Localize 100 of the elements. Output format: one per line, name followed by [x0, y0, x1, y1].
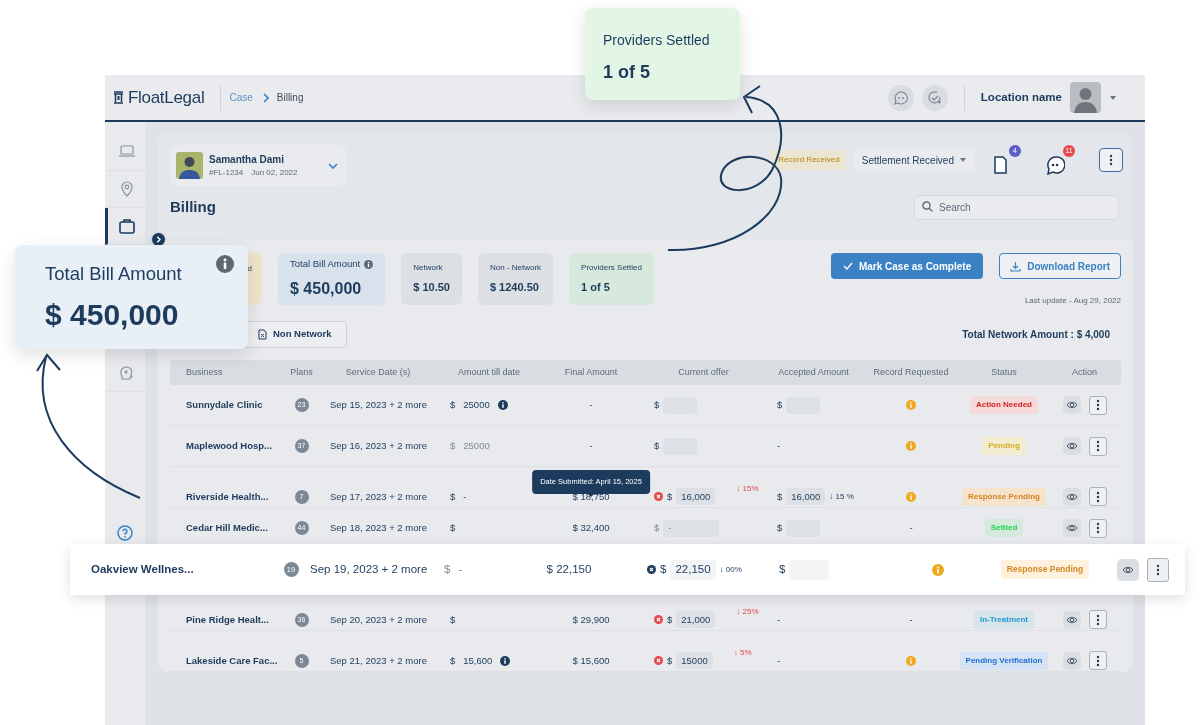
info-icon — [906, 655, 916, 666]
currency-symbol: $ — [777, 489, 783, 504]
help-button[interactable] — [117, 525, 133, 541]
avatar — [176, 152, 203, 179]
currency-symbol: $ — [450, 612, 456, 627]
status-badge: Response Pending — [1000, 560, 1090, 579]
business-name: Riverside Health... — [186, 489, 269, 504]
more-button[interactable] — [1088, 518, 1107, 538]
column-header: Final Amount — [563, 365, 619, 379]
view-button[interactable] — [1062, 519, 1081, 537]
business-name: Maplewood Hosp... — [186, 438, 273, 453]
kebab-icon — [1095, 399, 1100, 411]
currency-symbol: $ — [660, 561, 667, 577]
eye-icon — [1065, 399, 1078, 411]
complete-button[interactable]: Mark Case as Complete — [830, 253, 984, 279]
currency-symbol: $ — [450, 397, 456, 412]
search-field[interactable]: Search — [914, 195, 1119, 220]
logo-icon — [113, 90, 124, 105]
callout-value: 1 of 5 — [603, 61, 651, 84]
download-button[interactable]: Download Report — [999, 253, 1121, 279]
kebab-icon — [1109, 154, 1113, 166]
view-button[interactable] — [1062, 437, 1081, 455]
view-button[interactable] — [1062, 610, 1081, 629]
column-header: Plans — [289, 365, 314, 379]
currency-symbol: $ — [450, 438, 456, 453]
search-icon — [922, 201, 933, 212]
help-icon — [117, 525, 133, 541]
business-name: Cedar Hill Medic... — [186, 520, 268, 535]
view-button[interactable] — [1062, 487, 1081, 506]
currency-symbol: $ — [444, 561, 451, 577]
more-button[interactable] — [1088, 610, 1107, 630]
change-label: ↓ 5% — [732, 647, 753, 659]
amount-text: - — [463, 489, 467, 504]
stat-label: Non - Network — [489, 262, 542, 275]
amount-field[interactable]: 16,000 — [676, 488, 716, 506]
kebab-icon — [1095, 522, 1100, 534]
cell-text: - — [777, 612, 781, 627]
more-button[interactable] — [1088, 487, 1107, 507]
final-amount: - — [589, 438, 593, 453]
column-header: Record Requested — [872, 365, 950, 379]
location-name: Location name — [980, 89, 1062, 105]
currency-symbol: $ — [654, 397, 660, 412]
business-name: Sunnydale Clinic — [186, 397, 263, 412]
download-icon — [1010, 260, 1022, 272]
briefcase-icon — [117, 217, 136, 235]
chat-button[interactable] — [887, 84, 914, 111]
view-button[interactable] — [1116, 558, 1139, 581]
status-badge: Pending — [982, 437, 1026, 455]
check-button[interactable] — [921, 84, 948, 111]
stat-label: Network — [413, 262, 443, 275]
currency-symbol: $ — [777, 397, 783, 412]
status-badge: Settled — [984, 519, 1024, 537]
more-button[interactable] — [1088, 395, 1107, 415]
amount-field[interactable]: 22,150 — [670, 559, 716, 580]
currency-symbol: $ — [667, 489, 673, 504]
amount-field[interactable]: 16,000 — [786, 488, 826, 506]
currency-symbol: $ — [654, 438, 660, 453]
more-button[interactable] — [1088, 651, 1107, 671]
currency-symbol: $ — [450, 653, 456, 668]
stat-value: 1 of 5 — [581, 280, 611, 296]
final-amount: $ 15,600 — [572, 653, 610, 668]
eye-icon — [1065, 522, 1078, 534]
change-label: ↓ 15 % — [829, 492, 854, 502]
status-badge: Record Received — [772, 150, 846, 170]
amount-text: 25000 — [463, 397, 490, 412]
kebab-icon — [1095, 440, 1100, 452]
status-badge: In-Treatment — [974, 610, 1034, 629]
kebab-icon — [1095, 654, 1100, 667]
chat-icon — [1045, 155, 1065, 175]
column-header: Service Date (s) — [344, 365, 412, 379]
amount-field[interactable]: 15000 — [676, 652, 713, 670]
amount-text: 15,600 — [463, 653, 493, 668]
column-header: Accepted Amount — [777, 365, 850, 379]
info-icon — [931, 563, 944, 576]
currency-symbol: $ — [779, 561, 786, 577]
stat-value: $ 450,000 — [290, 278, 363, 299]
patient-selector[interactable]: Samantha Dami #FL-1234 Jun 02, 2022 — [170, 145, 347, 186]
service-date: Sep 15, 2023 + 2 more — [330, 397, 427, 412]
stat-value: $ 10.50 — [413, 280, 450, 296]
status-badge: Pending Verification — [959, 651, 1049, 670]
amount-text: - — [458, 561, 463, 577]
chevron-right-icon — [260, 92, 269, 103]
more-button[interactable] — [1099, 148, 1123, 172]
amount-field[interactable]: 21,000 — [676, 611, 716, 629]
service-date: Sep 20, 2023 + 2 more — [330, 612, 427, 627]
business-name: Oakview Wellnes... — [91, 561, 194, 577]
kebab-icon — [1095, 490, 1100, 503]
last-update: Last update - Aug 29, 2022 — [1024, 295, 1121, 307]
expand-button[interactable] — [151, 232, 166, 247]
breadcrumb-link[interactable]: Billing — [276, 90, 304, 105]
view-button[interactable] — [1062, 396, 1081, 414]
check-plus-icon — [927, 90, 942, 105]
more-button[interactable] — [1088, 436, 1107, 456]
info-icon — [906, 441, 916, 451]
column-header: Status — [990, 365, 1018, 379]
view-button[interactable] — [1062, 651, 1081, 670]
avatar — [1070, 82, 1101, 113]
settlement-dropdown[interactable]: Settlement Received — [853, 148, 975, 172]
file-icon — [258, 329, 267, 340]
cell-text: - — [777, 653, 781, 668]
